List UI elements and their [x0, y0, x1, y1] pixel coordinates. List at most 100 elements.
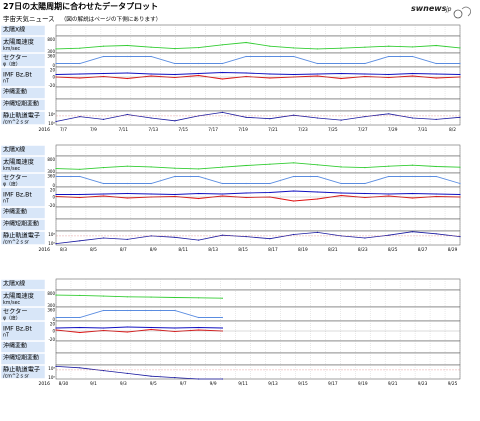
speed-tick-label: 800 — [47, 37, 55, 42]
sector-series-point — [221, 62, 223, 65]
speed-series-point — [150, 166, 152, 168]
speed-series-point — [388, 165, 390, 167]
electron-series-point — [435, 233, 437, 235]
bt-series-point — [198, 192, 200, 195]
date-tick-label: 8/29 — [448, 247, 458, 253]
panel-label-unit: nT — [3, 199, 9, 205]
bz-series-point — [411, 197, 414, 199]
bz-tick-label: 0 — [52, 329, 55, 334]
sector-series-point — [198, 62, 200, 65]
bz-tick-label: -20 — [48, 337, 55, 342]
sector-series-point — [411, 55, 414, 58]
bt-series-point — [150, 193, 152, 195]
speed-series-point — [245, 41, 247, 44]
bt-series-point — [102, 72, 105, 75]
bt-series-point — [269, 191, 271, 194]
bt-series-point — [269, 73, 271, 75]
electron-tick-label: 10⁶ — [48, 241, 55, 246]
speed-tick-label: 800 — [47, 291, 55, 296]
electron-series-point — [411, 117, 414, 119]
bt-series-point — [174, 73, 176, 76]
electron-series-point — [55, 120, 57, 123]
panel-label-main: 太陽X線 — [3, 146, 25, 154]
electron-series-point — [364, 116, 366, 118]
bz-tick-label: -20 — [48, 203, 55, 208]
sector-series-point — [316, 175, 318, 178]
electron-series-point — [102, 370, 105, 372]
electron-series-point — [221, 234, 223, 236]
panel-label-main: 沖縄短期変動 — [3, 220, 39, 228]
panel-frame — [55, 218, 461, 232]
bt-series-point — [79, 326, 81, 329]
bz-series-point — [411, 75, 414, 77]
bt-series-point — [388, 73, 390, 76]
bt-series-point — [316, 191, 318, 193]
panel-label-main: 静止軌道電子 — [3, 232, 40, 240]
sector-series-point — [79, 62, 81, 65]
panel-frame — [55, 206, 461, 220]
bz-series-point — [388, 195, 390, 197]
electron-series-point — [150, 375, 152, 377]
panel-label-main: 静止軌道電子 — [3, 366, 40, 374]
bt-series-point — [198, 326, 200, 329]
electron-series-point — [150, 117, 152, 119]
date-tick-label: 8/9 — [150, 247, 157, 253]
bz-series-point — [198, 74, 200, 77]
electron-series-point — [174, 120, 176, 122]
sector-tick-label: 360 — [47, 174, 55, 179]
electron-series-point — [459, 236, 461, 238]
date-tick-label: 8/11 — [178, 247, 188, 253]
bt-series-point — [245, 72, 247, 74]
date-tick-label: 8/13 — [208, 247, 218, 253]
bz-series-point — [126, 197, 128, 199]
bt-series-point — [102, 327, 105, 329]
electron-series-point — [293, 233, 295, 236]
sector-series-point — [55, 175, 57, 178]
electron-series-point — [459, 116, 461, 118]
bz-series-point — [55, 329, 57, 331]
electron-series-point — [198, 239, 200, 241]
date-tick-label: 9/15 — [298, 381, 308, 387]
bt-series-point — [245, 192, 247, 194]
date-tick-label: 8/30 — [59, 381, 69, 387]
bz-tick-label: 0 — [52, 75, 55, 80]
speed-series-point — [55, 48, 57, 50]
bt-series-point — [293, 73, 295, 76]
speed-series-point — [102, 295, 105, 297]
bt-series-point — [459, 73, 461, 76]
bz-tick-label: 0 — [52, 195, 55, 200]
panel-label-unit: φ（度） — [3, 61, 21, 68]
panel-frame — [55, 172, 461, 188]
bz-series-point — [316, 198, 318, 200]
sector-series-point — [316, 62, 318, 65]
year-label: 2016 — [39, 381, 51, 387]
sector-series-point — [55, 62, 57, 65]
date-tick-label: 7/13 — [148, 127, 158, 133]
bt-series-point — [221, 71, 223, 74]
bz-series-point — [340, 77, 342, 80]
bz-series-point — [126, 77, 128, 80]
panel-label-unit: nT — [3, 79, 9, 85]
bt-series-point — [364, 192, 366, 195]
sector-series-point — [126, 55, 128, 58]
bz-series-point — [102, 195, 105, 197]
date-tick-label: 7/21 — [268, 127, 278, 133]
sector-series-point — [174, 175, 176, 178]
bz-tick-label: -20 — [48, 83, 55, 88]
speed-series-point — [411, 164, 414, 166]
sector-series-point — [459, 182, 461, 185]
electron-series-point — [316, 117, 318, 119]
panel-frame — [55, 86, 461, 100]
sector-series-point — [102, 309, 105, 312]
panel-label-main: 沖縄変動 — [3, 342, 27, 350]
sector-series-point — [174, 62, 176, 65]
bt-series-point — [316, 73, 318, 75]
bt-series-point — [340, 72, 342, 75]
speed-series-point — [221, 297, 223, 299]
sector-series-point — [198, 175, 200, 178]
sector-series-point — [150, 182, 152, 185]
sector-series-point — [364, 182, 366, 185]
date-tick-label: 8/7 — [120, 247, 127, 253]
bz-series-point — [126, 331, 128, 333]
electron-tick-label: 10⁶ — [48, 375, 55, 380]
